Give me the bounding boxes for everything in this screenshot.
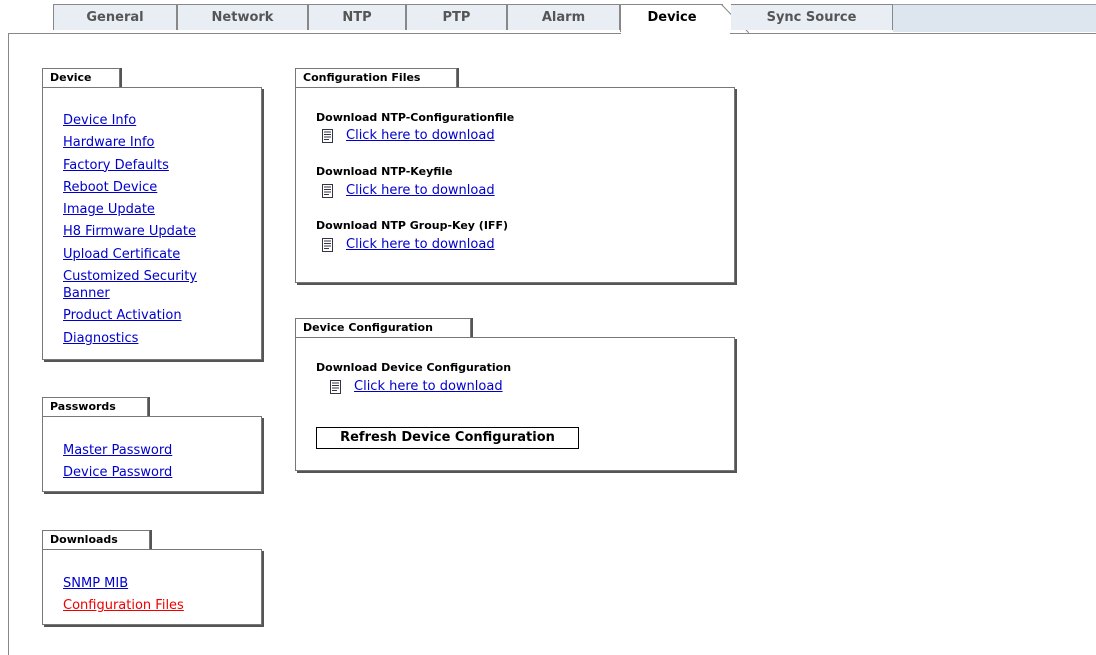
device-panel: Device Info Hardware Info Factory Defaul… [42,87,262,360]
link-upload-certificate[interactable]: Upload Certificate [63,246,197,263]
document-icon [330,379,341,394]
link-snmp-mib[interactable]: SNMP MIB [63,575,184,592]
link-product-activation[interactable]: Product Activation [63,307,197,324]
download-ntp-keyfile-link[interactable]: Click here to download [346,183,495,198]
tab-ptp[interactable]: PTP [406,4,507,30]
ntp-group-key-title: Download NTP Group-Key (IFF) [316,219,508,232]
document-icon [322,237,333,252]
config-files-panel-label: Configuration Files [295,68,457,88]
tab-network[interactable]: Network [177,4,308,30]
device-config-title: Download Device Configuration [316,361,512,374]
link-diagnostics[interactable]: Diagnostics [63,330,197,347]
link-device-password[interactable]: Device Password [63,464,172,481]
downloads-panel: SNMP MIB Configuration Files [42,549,262,625]
passwords-panel: Master Password Device Password [42,416,262,492]
link-image-update[interactable]: Image Update [63,201,197,218]
refresh-device-config-button[interactable]: Refresh Device Configuration [316,427,579,449]
tab-ntp[interactable]: NTP [308,4,406,30]
download-ntp-group-key-link[interactable]: Click here to download [346,237,495,252]
downloads-panel-label: Downloads [42,530,150,550]
tab-sync-source[interactable]: Sync Source [731,4,893,30]
passwords-panel-label: Passwords [42,397,148,417]
tab-bar-filler [893,4,1096,32]
device-panel-label: Device [42,68,120,88]
download-device-config-link[interactable]: Click here to download [354,379,503,394]
tab-alarm[interactable]: Alarm [507,4,620,30]
link-device-info[interactable]: Device Info [63,112,197,129]
link-configuration-files[interactable]: Configuration Files [63,597,184,614]
link-factory-defaults[interactable]: Factory Defaults [63,157,197,174]
link-master-password[interactable]: Master Password [63,442,172,459]
tab-device[interactable]: Device [620,4,723,32]
tab-general[interactable]: General [53,4,177,30]
tab-bar: General Network NTP PTP Alarm Device Syn… [0,0,1096,34]
config-files-panel: Download NTP-Configurationfile Click her… [295,87,735,283]
download-ntp-configfile-link[interactable]: Click here to download [346,128,495,143]
ntp-keyfile-title: Download NTP-Keyfile [316,165,453,178]
link-h8-firmware-update[interactable]: H8 Firmware Update [63,223,197,240]
device-config-panel: Download Device Configuration Click here… [295,337,735,471]
device-config-panel-label: Device Configuration [295,318,471,338]
document-icon [322,128,333,143]
ntp-configfile-title: Download NTP-Configurationfile [316,111,515,124]
link-reboot-device[interactable]: Reboot Device [63,179,197,196]
document-icon [322,183,333,198]
link-hardware-info[interactable]: Hardware Info [63,134,197,151]
link-customized-security-banner[interactable]: Customized Security Banner [63,268,197,302]
